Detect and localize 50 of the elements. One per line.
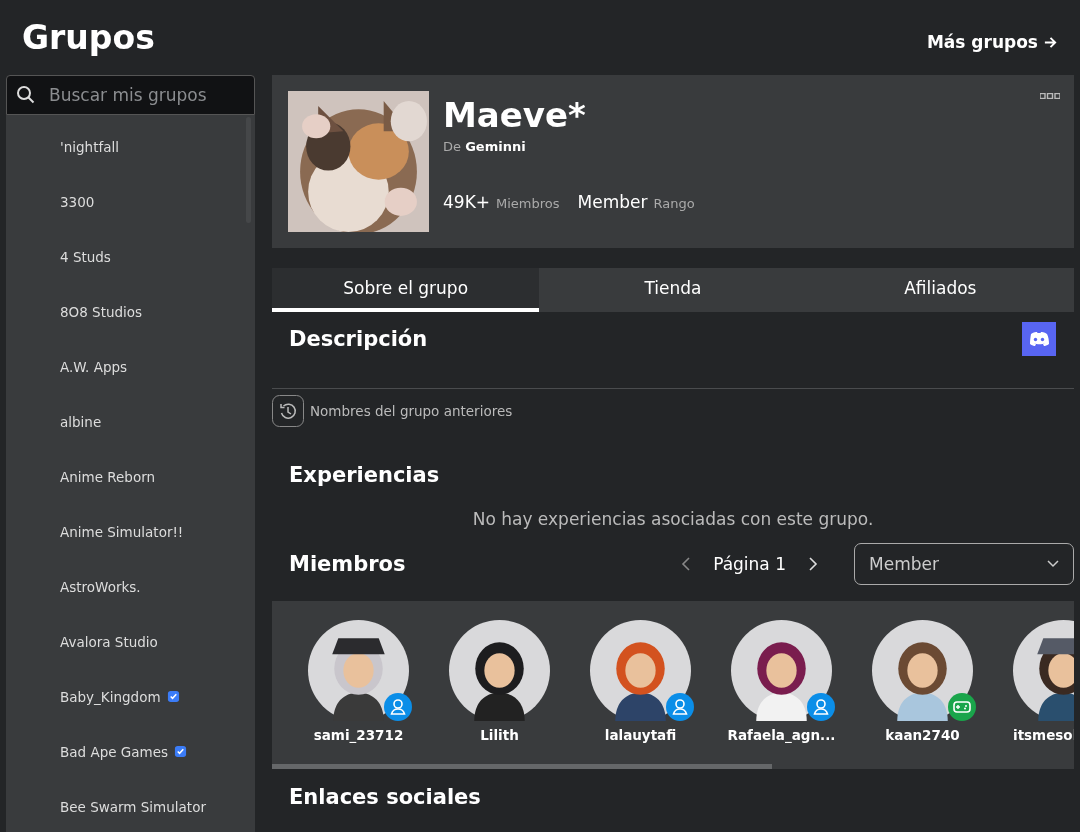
group-list-item[interactable]: Baby_Kingdom <box>6 669 255 724</box>
arrow-right-icon <box>1043 34 1058 50</box>
member-name[interactable]: itsmesol <box>1013 727 1074 743</box>
person-status-icon <box>807 693 835 721</box>
tab[interactable]: Afiliados <box>806 268 1074 312</box>
group-list-item[interactable]: Avalora Studio <box>6 614 255 669</box>
social-links-heading: Enlaces sociales <box>289 785 482 809</box>
member-name[interactable]: lalauytafi <box>604 727 677 743</box>
page-indicator: Página 1 <box>713 554 786 574</box>
more-options-icon[interactable] <box>1040 93 1060 99</box>
previous-names-label: Nombres del grupo anteriores <box>310 403 513 419</box>
member-name[interactable]: kaan2740 <box>885 727 960 743</box>
group-list-item[interactable]: 3300 <box>6 174 255 229</box>
group-list-item[interactable]: 4 Studs <box>6 229 255 284</box>
member-name[interactable]: Lilith <box>480 727 519 743</box>
page-title: Grupos <box>22 17 155 57</box>
members-heading: Miembros <box>289 552 407 576</box>
history-icon[interactable] <box>272 395 304 427</box>
rank-label: Rango <box>653 196 695 211</box>
role-dropdown[interactable]: Member <box>854 543 1074 585</box>
chat-app-icon[interactable] <box>1022 322 1056 356</box>
rank-value: Member <box>577 192 648 212</box>
search-field[interactable]: Buscar mis grupos <box>6 75 255 115</box>
group-list-item[interactable]: Anime Reborn <box>6 449 255 504</box>
tab[interactable]: Sobre el grupo <box>272 268 540 312</box>
owner-link[interactable]: Geminni <box>465 139 526 154</box>
person-status-icon <box>666 693 694 721</box>
member-name[interactable]: sami_23712 <box>313 727 404 743</box>
empty-experiences-message: No hay experiencias asociadas con este grupo. <box>471 509 875 529</box>
member-name[interactable]: Rafaela_agn... <box>727 727 836 743</box>
gamepad-status-icon <box>948 693 976 721</box>
person-status-icon <box>384 693 412 721</box>
description-heading: Descripción <box>289 327 428 351</box>
owner-label: De <box>443 139 461 154</box>
group-name: Maeve* <box>443 95 587 135</box>
member-count: 49K+ <box>443 192 491 212</box>
tab[interactable]: Tienda <box>539 268 807 312</box>
members-label: Miembros <box>496 196 560 211</box>
experiences-heading: Experiencias <box>289 463 441 487</box>
group-list-item[interactable]: Bad Ape Games <box>6 724 255 779</box>
more-groups-link[interactable]: Más grupos <box>926 22 1058 52</box>
group-list-item[interactable]: 8O8 Studios <box>6 284 255 339</box>
group-list-item[interactable]: albine <box>6 394 255 449</box>
scrollbar[interactable] <box>272 764 772 769</box>
group-list-item[interactable]: AstroWorks. <box>6 559 255 614</box>
group-list-item[interactable]: 'nightfall <box>6 119 255 174</box>
group-list-item[interactable]: Anime Simulator!! <box>6 504 255 559</box>
group-list-item[interactable]: Bee Swarm Simulator <box>6 779 255 832</box>
chevron-down-icon <box>1047 560 1059 568</box>
group-list-item[interactable]: A.W. Apps <box>6 339 255 394</box>
